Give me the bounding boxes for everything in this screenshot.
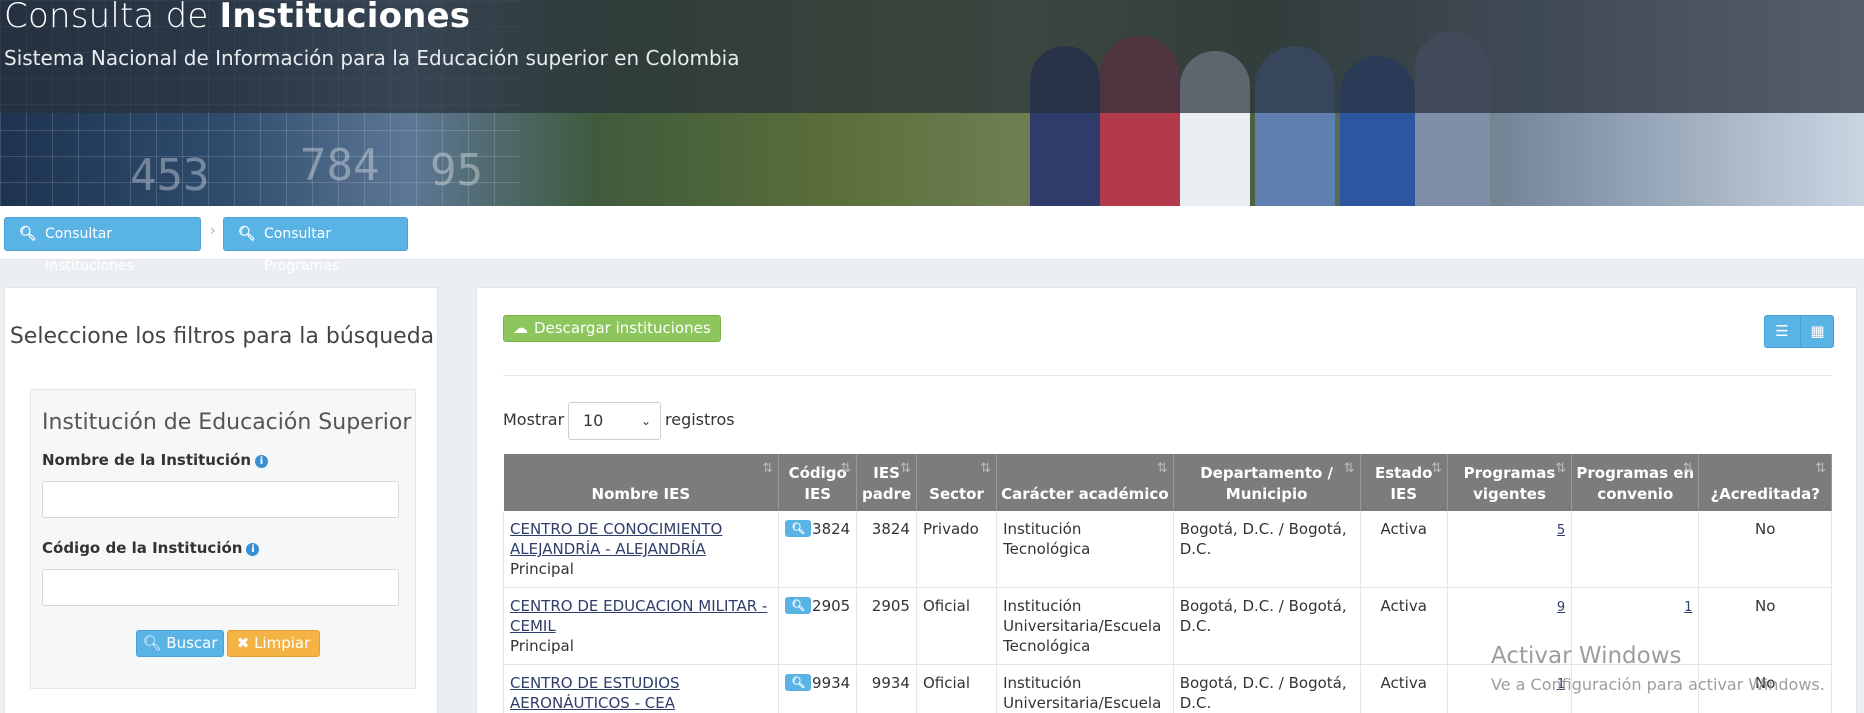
column-header-caracter[interactable]: ⇅ Carácter académico [996,454,1174,511]
location: Bogotá, D.C. / Bogotá, D.C. [1173,511,1361,588]
column-header-nombre[interactable]: ⇅ Nombre IES [503,454,780,511]
filter-heading: Seleccione los filtros para la búsqueda [9,324,435,349]
header-banner: 453 784 95 Consulta de Instituciones Sis… [0,0,1864,206]
column-header-estado[interactable]: ⇅ Estado IES [1360,454,1448,511]
windows-activation-watermark: Activar Windows Ve a Configuración para … [1491,643,1825,694]
column-header-sector[interactable]: ⇅ Sector [916,454,998,511]
accredited: No [1698,511,1832,588]
search-icon: 🔍︎ [142,634,162,652]
sort-icon: ⇅ [980,461,992,476]
sort-icon: ⇅ [840,461,852,476]
table-row: CENTRO DE CONOCIMIENTO ALEJANDRÍA - ALEJ… [502,511,1832,588]
sector: Oficial [916,587,998,665]
institution-code: 9934 [812,674,851,692]
column-header-ies-padre[interactable]: ⇅ IES padre [856,454,917,511]
institution-link[interactable]: CENTRO DE EDUCACION MILITAR - CEMIL [510,597,767,635]
banner-decor-number: 784 [300,140,380,191]
info-icon[interactable]: i [246,543,260,556]
academic-character: Institución Tecnológica [996,511,1174,588]
institution-code: 3824 [812,520,851,538]
search-icon: 🔍︎ [19,226,37,242]
programs-link[interactable]: 5 [1557,523,1565,538]
breadcrumb-separator: › [210,223,216,239]
sector: Oficial [916,664,998,713]
agreements-link[interactable]: 1 [1684,600,1692,615]
cloud-download-icon: ☁ [513,319,528,337]
status: Activa [1360,664,1448,713]
column-header-programas-vigentes[interactable]: ⇅ Programas vigentes [1447,454,1573,511]
clear-button[interactable]: ✖ Limpiar [227,630,320,657]
institution-link[interactable]: CENTRO DE CONOCIMIENTO ALEJANDRÍA - ALEJ… [510,520,722,558]
filter-section-title: Institución de Educación Superior [42,410,412,435]
download-institutions-button[interactable]: ☁ Descargar instituciones [503,315,721,342]
academic-character: Institución Universitaria/Escuela Tecnol… [996,587,1174,665]
institution-code-label: Código de la Institución i [42,539,260,557]
grid-view-icon[interactable]: ▦ [1800,316,1833,347]
column-header-programas-convenio[interactable]: ⇅ Programas en convenio [1571,454,1700,511]
location: Bogotá, D.C. / Bogotá, D.C. [1173,664,1361,713]
banner-decor-number: 453 [130,150,210,201]
column-header-acreditada[interactable]: ⇅ ¿Acreditada? [1698,454,1832,511]
sort-icon: ⇅ [1815,461,1826,476]
institution-link[interactable]: CENTRO DE ESTUDIOS AERONÁUTICOS - CEA [510,674,680,712]
consultar-programas-button[interactable]: 🔍︎ Consultar Programas [223,217,408,274]
page-subtitle: Sistema Nacional de Información para la … [4,46,740,70]
list-view-icon[interactable]: ☰ [1765,316,1799,347]
filter-box: Institución de Educación Superior Nombre… [30,389,416,689]
filter-panel: Seleccione los filtros para la búsqueda … [4,287,438,713]
table-header: ⇅ Nombre IES ⇅ Código IES ⇅ IES padre ⇅ Sect… [503,454,1832,511]
column-header-departamento[interactable]: ⇅ Departamento / Municipio [1173,454,1361,511]
page-size-select[interactable]: 10 ⌄ [568,402,661,440]
sort-icon: ⇅ [1156,461,1168,476]
column-header-codigo[interactable]: ⇅ Código IES [778,454,858,511]
records-label: registros [665,410,735,429]
sector: Privado [916,511,998,588]
institution-type: Principal [510,637,574,655]
sort-icon: ⇅ [1555,461,1567,476]
academic-character: Institución Universitaria/Escuela [996,664,1174,713]
info-icon[interactable]: i [255,455,269,468]
institution-code-input[interactable] [42,569,399,606]
search-icon[interactable]: 🔍︎ [785,520,812,537]
location: Bogotá, D.C. / Bogotá, D.C. [1173,587,1361,665]
search-icon[interactable]: 🔍︎ [785,674,812,691]
institution-name-label: Nombre de la Institución i [42,451,269,469]
sort-icon: ⇅ [1343,461,1355,476]
search-button[interactable]: 🔍︎ Buscar [136,630,224,657]
parent-code: 2905 [856,587,917,665]
search-icon[interactable]: 🔍︎ [785,597,812,614]
breadcrumb: 🔍︎ Consultar Instituciones › 🔍︎ Consulta… [0,206,1864,274]
consultar-instituciones-button[interactable]: 🔍︎ Consultar Instituciones [4,217,201,274]
show-label: Mostrar [503,410,565,429]
institution-type: Principal [510,560,574,578]
divider [503,375,1832,376]
sort-icon: ⇅ [1682,461,1694,476]
sort-icon: ⇅ [1430,461,1442,476]
chevron-down-icon: ⌄ [640,414,651,428]
parent-code: 9934 [856,664,917,713]
x-icon: ✖ [236,634,250,652]
page-title: Consulta de Instituciones [4,0,471,36]
search-icon: 🔍︎ [238,226,256,242]
status: Activa [1360,587,1448,665]
institution-code: 2905 [812,597,851,615]
view-toggle: ☰ ▦ [1764,315,1834,348]
institution-name-input[interactable] [42,481,399,518]
programs-link[interactable]: 9 [1557,600,1565,615]
sort-icon: ⇅ [900,461,911,476]
parent-code: 3824 [856,511,917,588]
status: Activa [1360,511,1448,588]
sort-icon: ⇅ [762,461,774,476]
banner-decor-number: 95 [430,145,483,196]
